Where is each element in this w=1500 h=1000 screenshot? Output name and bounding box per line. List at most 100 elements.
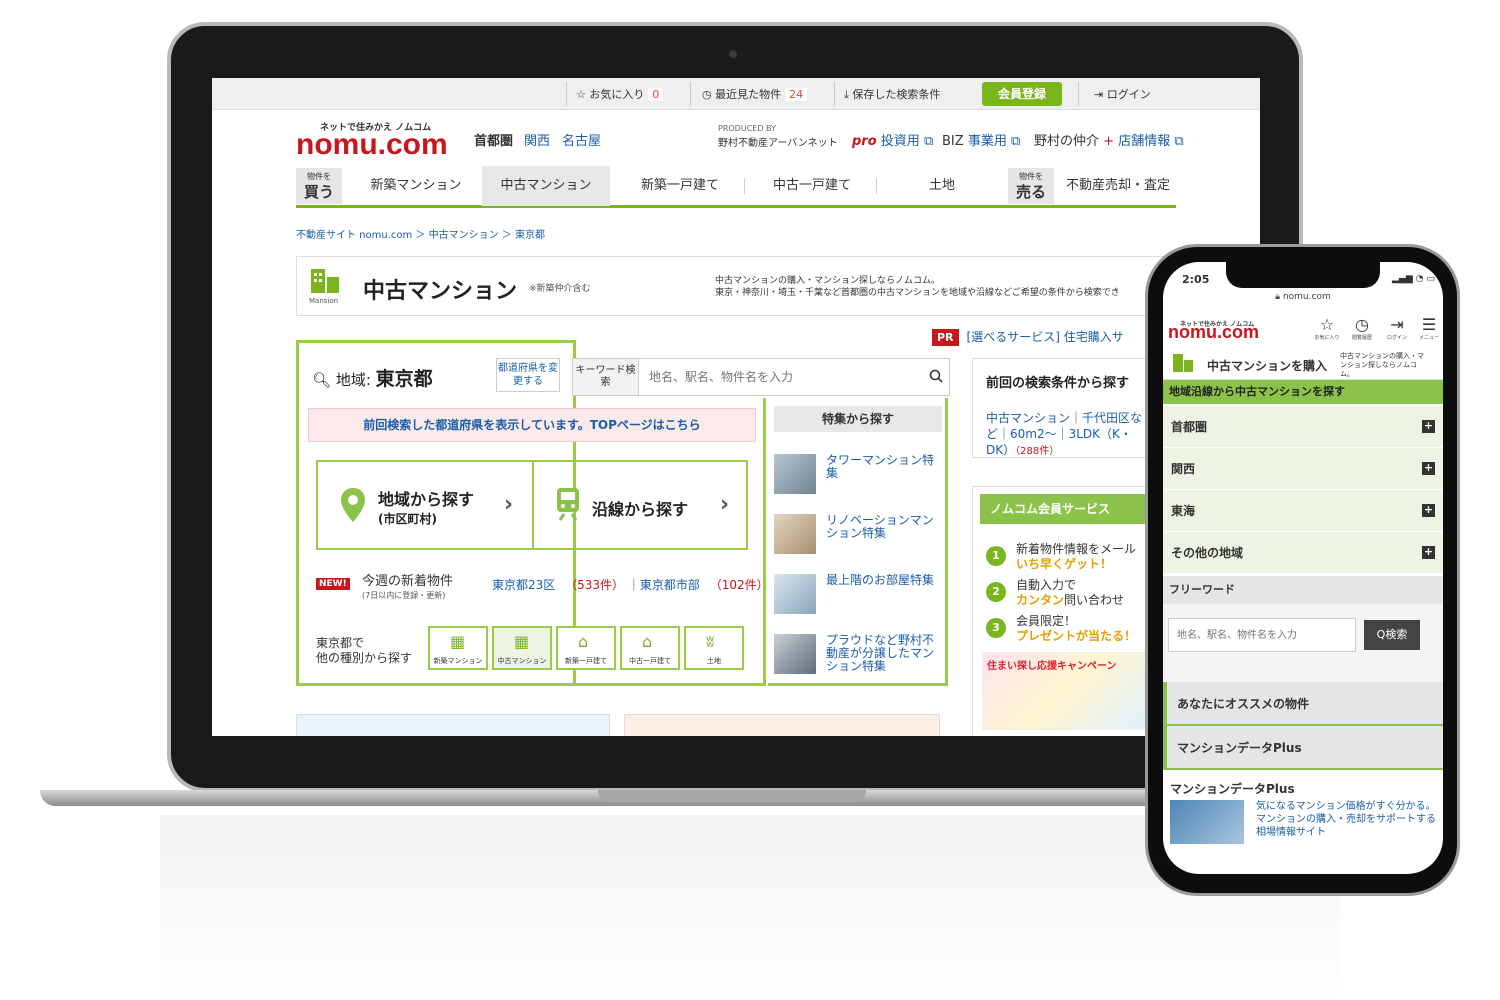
plus-icon: +	[1422, 461, 1435, 475]
change-prefecture-button[interactable]: 都道府県を変更する	[496, 358, 560, 392]
phone-history-button[interactable]: ◷ 閲覧履歴	[1347, 315, 1377, 342]
type-new-mansion-button[interactable]: ▦ 新築マンション	[428, 626, 488, 670]
type-new-house-label: 新築一戸建て	[565, 657, 607, 665]
region-nagoya[interactable]: 名古屋	[562, 130, 601, 149]
laptop-camera	[729, 50, 737, 58]
nav-sell-small: 物件を	[1019, 172, 1043, 181]
saved-search-link[interactable]: ⤓ 保存した検索条件	[844, 86, 940, 102]
plus-icon: +	[1422, 545, 1435, 559]
new-count-23ku: （533件）	[565, 578, 625, 592]
phone-mansion-data-section[interactable]: マンションデータPlus	[1163, 726, 1443, 770]
phone-favorites-label: お気に入り	[1314, 335, 1340, 341]
laptop-hinge	[598, 790, 866, 802]
phone-region-tokai[interactable]: 東海 +	[1163, 490, 1443, 532]
nav-sell-assess[interactable]: 不動産売却・査定	[1060, 166, 1176, 206]
benefit-text-2: 問い合わせ	[1064, 593, 1125, 607]
member-head: ノムコム会員サービス	[980, 494, 1152, 524]
feature-tower[interactable]: タワーマンション特集	[774, 454, 944, 500]
title-desc-line2: 東京・神奈川・埼玉・千葉など首都圏の中古マンションを地域や沿線などご希望の条件か…	[715, 288, 1120, 298]
search-by-line-label: 沿線から探す	[592, 500, 689, 519]
phone-mansion-data-title: マンションデータPlus	[1170, 782, 1295, 796]
new-count-23ku-value: 533件	[577, 578, 613, 592]
prefecture-notice[interactable]: 前回検索した都道府県を表示しています。TOPページはこちら	[308, 408, 756, 442]
benefit-highlight: プレゼントが当たる！	[1016, 629, 1137, 643]
phone-region-kansai[interactable]: 関西 +	[1163, 448, 1443, 490]
phone-time: 2:05	[1182, 273, 1210, 286]
pro-link[interactable]: pro 投資用 ⧉	[852, 130, 933, 149]
area-prefix: 地域:	[335, 371, 371, 389]
feature-tower-label: タワーマンション特集	[826, 453, 935, 480]
pro-tag: pro	[852, 134, 877, 149]
login-link[interactable]: ⇥ ログイン	[1094, 86, 1151, 102]
phone-search-input[interactable]	[1168, 618, 1356, 652]
search-by-line-button[interactable]: 沿線から探す ›	[534, 462, 750, 548]
mansion-icon-label: Mansion	[309, 297, 339, 305]
phone-region-other[interactable]: その他の地域 +	[1163, 532, 1443, 574]
pr-link[interactable]: PR [選べるサービス] 住宅購入サ	[932, 328, 1124, 346]
nav-divider	[744, 178, 745, 194]
region-kansai[interactable]: 関西	[524, 130, 550, 149]
phone-region-shutoken[interactable]: 首都圏 +	[1163, 406, 1443, 448]
campaign-banner[interactable]: 住まい探し応援キャンペーン	[982, 652, 1148, 730]
benefit-text: 会員限定！	[1016, 614, 1077, 628]
nav-used-house[interactable]: 中古一戸建て	[748, 166, 876, 206]
search-icon[interactable]	[929, 369, 943, 383]
type-used-mansion-button[interactable]: ▦ 中古マンション	[492, 626, 552, 670]
biz-link[interactable]: BIZ 事業用 ⧉	[942, 130, 1020, 149]
promo-card[interactable]	[624, 714, 940, 736]
house-icon: ⌂	[578, 632, 589, 651]
keyword-input[interactable]	[643, 359, 913, 395]
divider	[566, 82, 567, 106]
plus-icon: +	[1422, 503, 1435, 517]
phone-region-label: その他の地域	[1171, 546, 1244, 560]
phone-search-button[interactable]: Q検索	[1364, 620, 1420, 650]
nav-buy: 物件を 買う	[296, 168, 342, 204]
region-shutoken[interactable]: 首都圏	[474, 130, 513, 149]
phone-recommend-section[interactable]: あなたにオススメの物件	[1163, 682, 1443, 726]
title-desc: 中古マンションの購入・マンション探しならノムコム。 東京・神奈川・埼玉・千葉など首…	[715, 275, 1120, 299]
previous-search-body: 中古マンション｜千代田区など｜60m2〜｜3LDK（K・DK）	[986, 411, 1143, 457]
type-new-house-button[interactable]: ⌂ 新築一戸建て	[556, 626, 616, 670]
promo-card[interactable]	[296, 714, 610, 736]
phone-notch	[1226, 262, 1380, 288]
recent-link[interactable]: ◷ 最近見た物件 24	[702, 86, 808, 102]
area-value: 東京都	[375, 368, 433, 390]
pro-label: 投資用	[880, 134, 920, 149]
external-icon: ⧉	[1010, 134, 1021, 149]
search-by-area-button[interactable]: 地域から探す (市区町村) ›	[318, 462, 534, 548]
saved-label: 保存した検索条件	[852, 88, 941, 101]
breadcrumb[interactable]: 不動産サイト nomu.com ＞ 中古マンション ＞ 東京都	[296, 226, 545, 241]
favorites-count: 0	[648, 88, 664, 101]
type-land-button[interactable]: ʬ 土地	[684, 626, 744, 670]
site-logo[interactable]: nomu.com	[296, 128, 448, 162]
train-icon	[557, 488, 579, 521]
nav-new-mansion[interactable]: 新築マンション	[356, 166, 476, 206]
feature-proud[interactable]: プラウドなど野村不動産が分譲したマンション特集	[774, 634, 944, 680]
favorites-link[interactable]: ☆ お気に入り 0	[576, 86, 664, 102]
new-count-city-value: 102件	[721, 578, 757, 592]
new-link-23ku[interactable]: 東京都23区	[492, 578, 555, 592]
previous-search-link[interactable]: 中古マンション｜千代田区など｜60m2〜｜3LDK（K・DK）（288件）	[986, 410, 1146, 460]
phone-logo[interactable]: nomu.com	[1168, 322, 1259, 343]
chevron-right-icon: ›	[720, 492, 730, 517]
feature-top-floor[interactable]: 最上階のお部屋特集	[774, 574, 944, 620]
phone-mansion-data-image[interactable]	[1170, 800, 1244, 844]
phone-mansion-data-desc[interactable]: 気になるマンション価格がすぐ分かる。マンションの購入・売却をサポートする相場情報…	[1256, 800, 1436, 839]
phone-favorites-button[interactable]: ☆ お気に入り	[1312, 316, 1342, 342]
nav-used-mansion[interactable]: 中古マンション	[482, 166, 610, 206]
nav-new-house[interactable]: 新築一戸建て	[616, 166, 744, 206]
nav-divider	[876, 178, 877, 194]
feature-head: 特集から探す	[774, 406, 942, 432]
register-button[interactable]: 会員登録	[982, 82, 1062, 106]
new-link-city[interactable]: ｜東京都市部	[628, 578, 700, 592]
search-by-area-label: 地域から探す	[378, 490, 475, 509]
clock-icon: ◷	[1355, 315, 1369, 334]
phone-login-button[interactable]: ⇥ ログイン	[1382, 316, 1412, 342]
phone-menu-button[interactable]: ☰ メニュー	[1414, 316, 1444, 342]
star-icon: ☆	[576, 88, 586, 101]
phone-region-label: 関西	[1171, 462, 1196, 476]
feature-renovation[interactable]: リノベーションマンション特集	[774, 514, 944, 560]
nav-land[interactable]: 土地	[880, 166, 1004, 206]
broker-link[interactable]: 野村の仲介 + 店舗情報 ⧉	[1034, 130, 1184, 149]
type-used-house-button[interactable]: ⌂ 中古一戸建て	[620, 626, 680, 670]
